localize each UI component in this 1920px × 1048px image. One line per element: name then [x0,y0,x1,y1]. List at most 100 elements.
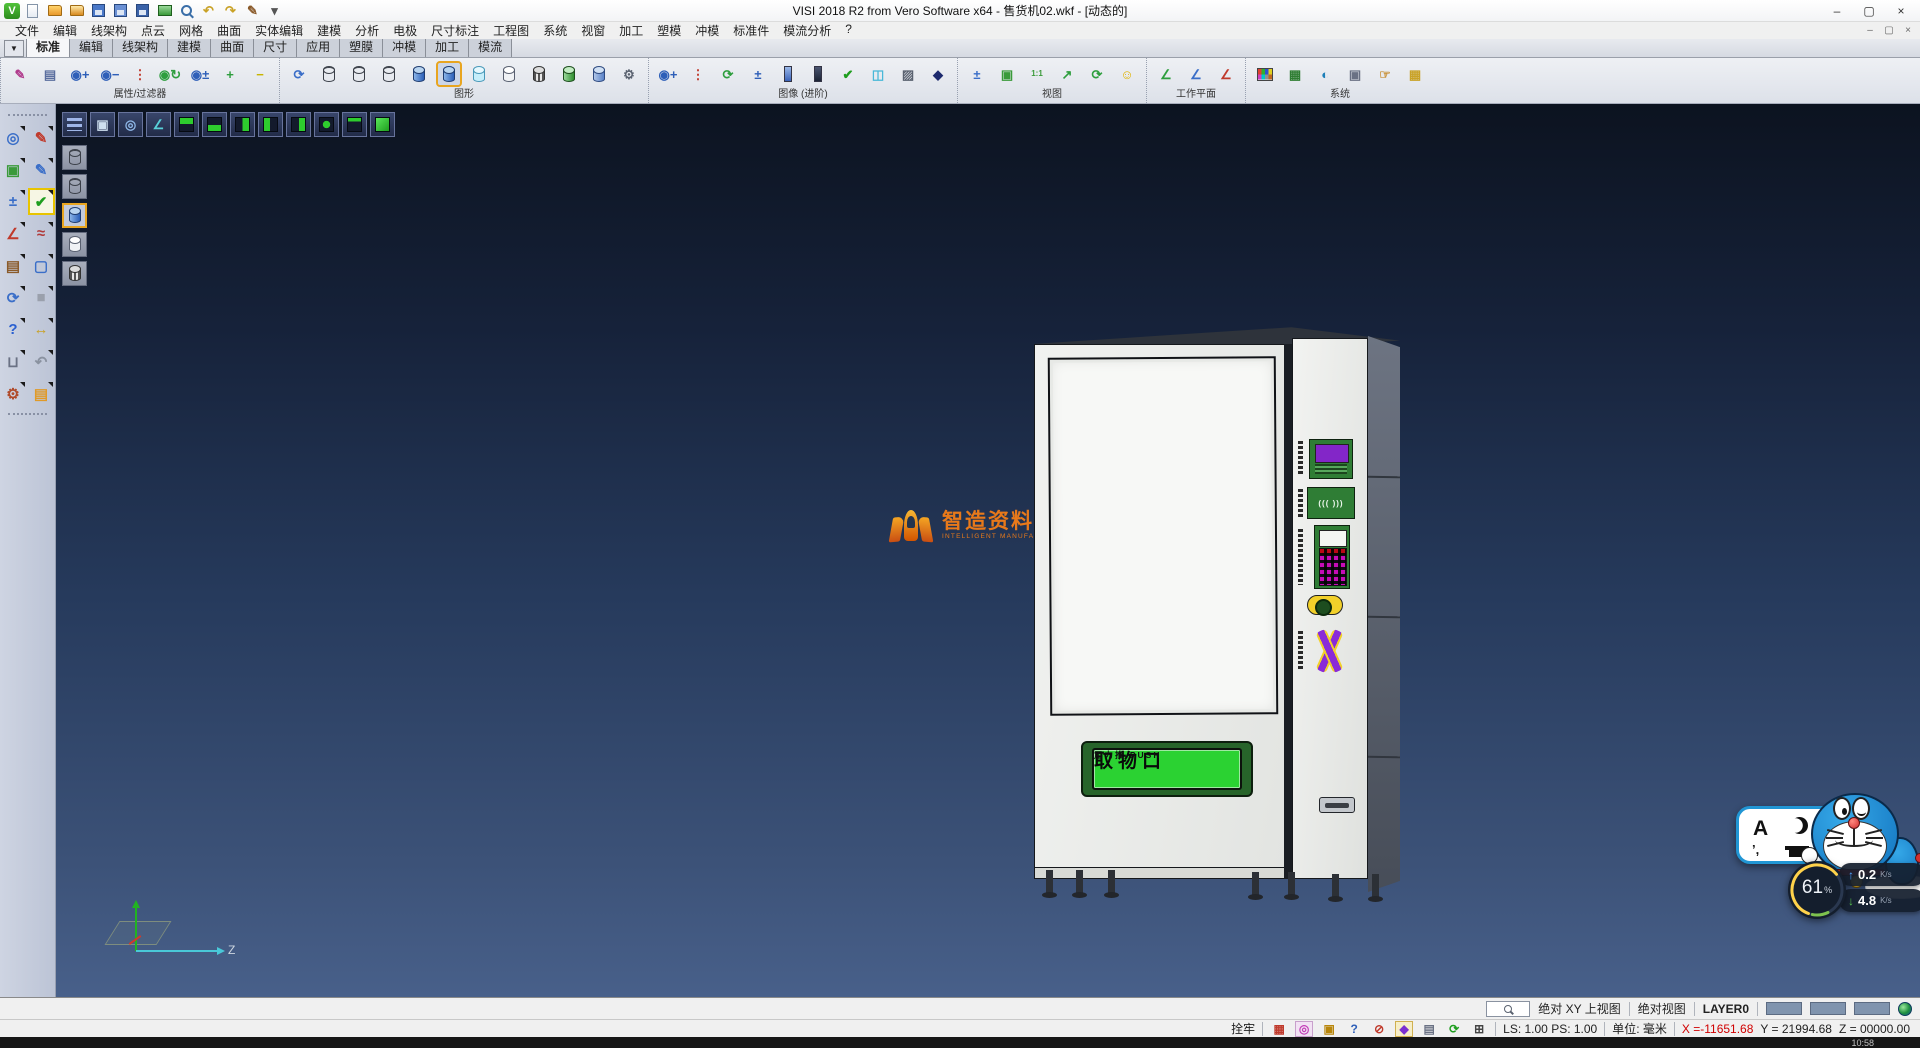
regen-icon[interactable]: ⟳ [2,286,25,309]
shade-new-icon[interactable] [558,63,580,85]
menu-item[interactable]: 系统 [536,22,574,39]
show-entities-icon[interactable]: ◉+ [69,63,91,85]
toolbar-tab[interactable]: 冲模 [382,36,426,57]
help-icon[interactable]: ? [2,318,25,341]
workplane-rotate-icon[interactable]: ∠ [1215,63,1237,85]
viewport-canvas[interactable]: ▣◎∠ Z 智造资料网 INTELLIGENT MANUFACTURING DA… [56,104,1920,997]
solids-filter-icon[interactable]: ⋮ [687,63,709,85]
dynamic-view-icon[interactable]: ◆ [1395,1021,1413,1037]
pan-icon[interactable]: ↗ [1056,63,1078,85]
clipboard-paste-icon[interactable]: ▤ [30,382,53,405]
view-right-icon[interactable] [230,112,255,137]
menu-item[interactable]: 曲面 [210,22,248,39]
toolbar-tab[interactable]: 模流 [468,36,512,57]
vending-machine-model[interactable]: 取物口 用力推 PUSH [1032,324,1400,894]
solids-refresh-icon[interactable]: ⟳ [717,63,739,85]
calculator-icon[interactable]: ▦ [1284,63,1306,85]
render-mode-b-icon[interactable] [807,63,829,85]
units-label[interactable]: 单位: 毫米 [1612,1020,1667,1037]
translucent-icon[interactable] [468,63,490,85]
hidden-line-icon[interactable] [348,63,370,85]
no-snap-icon[interactable]: ⊘ [1370,1021,1388,1037]
menu-item[interactable]: 建模 [310,22,348,39]
preview-icon[interactable] [178,2,195,19]
child-minimize-button[interactable]: – [1862,24,1878,37]
workplane-align-icon[interactable]: ∠ [1185,63,1207,85]
menu-item[interactable]: 冲模 [688,22,726,39]
refresh-visibility-icon[interactable]: ◉↻ [159,63,181,85]
view-front-icon[interactable] [314,112,339,137]
solids-toggle-icon[interactable]: ± [747,63,769,85]
filter-traffic-light-icon[interactable]: ⋮ [129,63,151,85]
view-ucs-icon[interactable]: ∠ [146,112,171,137]
hide-all-icon[interactable]: − [249,63,271,85]
toolbar-tab[interactable]: 线架构 [112,36,168,57]
download-speed-badge[interactable]: ↓ 4.8 K/s [1839,889,1920,912]
view-bottom-icon[interactable] [202,112,227,137]
grid-mesh-icon[interactable]: ▦ [1404,63,1426,85]
profile-icon[interactable]: ▣ [1320,1021,1338,1037]
menu-item[interactable]: 实体编辑 [248,22,310,39]
cube-dark-icon[interactable]: ◆ [927,63,949,85]
shade-wireframe-icon[interactable] [62,145,87,170]
split-view-icon[interactable]: ⊞ [1470,1021,1488,1037]
attribute-copy-icon[interactable]: ▤ [39,63,61,85]
menu-item[interactable]: 模流分析 [776,22,838,39]
show-all-icon[interactable]: + [219,63,241,85]
shade-hidden-icon[interactable] [62,174,87,199]
help-pointer-icon[interactable]: ? [1345,1021,1363,1037]
save-all-icon[interactable] [134,2,151,19]
menu-item[interactable]: 塑模 [650,22,688,39]
menu-item[interactable]: 点云 [134,22,172,39]
shade-refresh-icon[interactable]: ⟳ [288,63,310,85]
view-left-icon[interactable] [258,112,283,137]
workplane-set-icon[interactable]: ∠ [1155,63,1177,85]
toolbar-tab[interactable]: 标准 [26,36,70,57]
zoom-options-icon[interactable]: ◎ [2,126,25,149]
menu-item[interactable]: 网格 [172,22,210,39]
attributes-books-icon[interactable]: ▤ [2,254,25,277]
sidebar-grip[interactable] [8,413,47,419]
curve-edit-icon[interactable]: ✎ [30,158,53,181]
macro-icon[interactable]: ✎ [244,2,261,19]
menu-item[interactable]: 工程图 [486,22,536,39]
hidden-dashed-icon[interactable] [378,63,400,85]
undo-icon[interactable]: ↶ [200,2,217,19]
undo-step-icon[interactable]: ↶ [30,350,53,373]
child-close-button[interactable]: × [1900,24,1916,37]
system-wheel-icon[interactable]: ⚙ [2,382,25,405]
delete-trash-icon[interactable]: ⊔ [2,350,25,373]
selection-box-icon[interactable]: ▣ [2,158,25,181]
taskbar-strip[interactable]: 10:58 [0,1037,1920,1048]
upload-speed-badge[interactable]: ↑ 0.2 K/s [1839,863,1920,886]
layer-stack-icon[interactable]: ▤ [1420,1021,1438,1037]
open-file-icon[interactable] [46,2,63,19]
active-layer-label[interactable]: LAYER0 [1703,1002,1749,1016]
hatch-icon[interactable] [528,63,550,85]
cube-wire-icon[interactable]: ▨ [897,63,919,85]
maximize-button[interactable]: ▢ [1854,2,1884,20]
toggle-visibility-icon[interactable]: ◉± [189,63,211,85]
qat-dropdown-icon[interactable]: ▾ [266,2,283,19]
menu-item[interactable]: 编辑 [46,22,84,39]
shaded-edges-icon[interactable] [438,63,460,85]
shade-shaded-icon[interactable] [62,203,87,228]
render-check-icon[interactable]: ✔ [837,63,859,85]
solids-show-icon[interactable]: ◉+ [657,63,679,85]
toolbar-tab[interactable]: 应用 [296,36,340,57]
hide-entities-icon[interactable]: ◉− [99,63,121,85]
selection-hand-icon[interactable]: ☞ [1374,63,1396,85]
view-top-edge-icon[interactable] [342,112,367,137]
sidebar-grip[interactable] [8,114,47,120]
shade-copy-icon[interactable] [588,63,610,85]
battery-percent-gauge[interactable]: 61 % [1788,861,1846,919]
new-file-icon[interactable] [24,2,41,19]
sketch-edit-icon[interactable]: ✎ [30,126,53,149]
tab-dropdown-icon[interactable]: ▼ [4,40,24,57]
lock-mode-label[interactable]: 拴牢 [1231,1020,1255,1037]
dimension-icon[interactable]: ↔ [30,318,53,341]
menu-item[interactable]: 线架构 [84,22,134,39]
view-back-icon[interactable] [286,112,311,137]
rotate-view-icon[interactable]: ⟳ [1086,63,1108,85]
view-reference-label[interactable]: 绝对 XY 上视图 [1538,1000,1620,1017]
